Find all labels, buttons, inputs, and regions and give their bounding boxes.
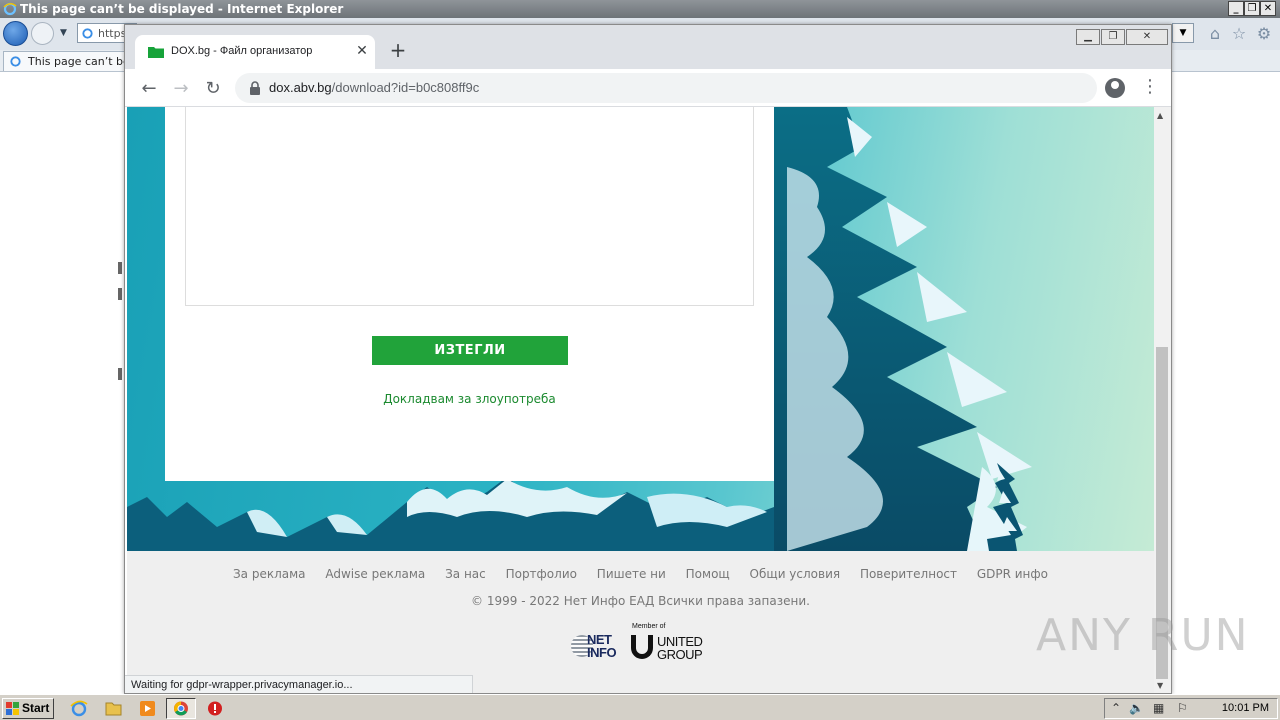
url-path: /download?id=b0c808ff9c <box>331 80 480 95</box>
forward-arrow-icon[interactable]: → <box>169 77 193 101</box>
chrome-restore-button[interactable]: ❐ <box>1101 29 1125 45</box>
ie-tab-label: This page can’t be d <box>28 55 124 68</box>
system-tray: ⌃ 🔈 ▦ ⚐ 10:01 PM <box>1104 698 1278 719</box>
chrome-toolbar: ← → ↻ dox.abv.bg/download?id=b0c808ff9c … <box>125 69 1171 107</box>
member-of-label: Member of <box>632 623 666 630</box>
ie-page-fragment <box>118 368 122 380</box>
ie-logo-icon <box>3 2 17 16</box>
taskbar-media-player-icon[interactable] <box>132 698 162 719</box>
download-card: ИЗТЕГЛИ Докладвам за злоупотреба <box>165 107 774 481</box>
taskbar-chrome-icon[interactable] <box>166 698 196 719</box>
netinfo-logo[interactable]: NET INFO <box>571 633 623 661</box>
ie-page-fragment <box>118 288 122 300</box>
copyright-text: © 1999 - 2022 Нет Инфо ЕАД Всички права … <box>471 594 810 608</box>
taskbar-stop-icon[interactable] <box>200 698 230 719</box>
chrome-tab-title: DOX.bg - Файл организатор <box>171 45 313 57</box>
report-abuse-link[interactable]: Докладвам за злоупотреба <box>165 392 774 406</box>
ie-page-fragment <box>118 262 122 274</box>
footer-link-terms[interactable]: Общи условия <box>750 567 841 581</box>
footer-link-privacy[interactable]: Поверителност <box>860 567 957 581</box>
omnibox[interactable]: dox.abv.bg/download?id=b0c808ff9c ☆ <box>235 73 1097 103</box>
footer-link-adwise[interactable]: Adwise реклама <box>325 567 425 581</box>
footer-link-contact[interactable]: Пишете ни <box>597 567 666 581</box>
file-description-box <box>185 107 754 306</box>
ie-close-button[interactable]: ✕ <box>1260 1 1276 16</box>
url-text: dox.abv.bg/download?id=b0c808ff9c <box>269 80 479 95</box>
start-button[interactable]: Start <box>2 698 54 719</box>
page-scrollbar[interactable]: ▲ ▼ <box>1154 107 1171 693</box>
start-label: Start <box>22 701 50 715</box>
chrome-window: DOX.bg - Файл организатор ✕ + ▁ ❐ ✕ ← → … <box>124 24 1172 694</box>
ie-restore-button[interactable]: ❐ <box>1244 1 1260 16</box>
chrome-tab-strip: DOX.bg - Файл организатор ✕ + ▁ ❐ ✕ <box>125 25 1171 69</box>
footer-links: За реклама Adwise реклама За нас Портфол… <box>127 567 1154 581</box>
ie-tab-icon <box>10 56 21 67</box>
scroll-up-arrow-icon[interactable]: ▲ <box>1157 111 1163 120</box>
taskbar-ie-icon[interactable] <box>64 698 94 719</box>
lock-icon <box>250 81 260 95</box>
ie-page-icon <box>82 28 93 39</box>
taskbar-clock[interactable]: 10:01 PM <box>1222 702 1269 714</box>
new-tab-plus-icon[interactable]: + <box>387 39 409 61</box>
action-center-flag-icon[interactable]: ⚐ <box>1177 701 1188 715</box>
ie-home-icon[interactable]: ⌂ <box>1206 25 1224 43</box>
ie-back-button[interactable] <box>3 21 28 46</box>
status-bubble: Waiting for gdpr-wrapper.privacymanager.… <box>125 675 473 693</box>
chrome-tab-dox[interactable]: DOX.bg - Файл организатор ✕ <box>135 35 375 69</box>
download-button[interactable]: ИЗТЕГЛИ <box>372 336 568 365</box>
back-arrow-icon[interactable]: ← <box>137 77 161 101</box>
winter-background-image: ИЗТЕГЛИ Докладвам за злоупотреба <box>127 107 1154 551</box>
reload-icon[interactable]: ↻ <box>201 77 225 101</box>
united-group-logo[interactable]: Member of UNITED GROUP <box>629 623 719 663</box>
footer-link-gdpr[interactable]: GDPR инфо <box>977 567 1048 581</box>
chrome-minimize-button[interactable]: ▁ <box>1076 29 1100 45</box>
chrome-menu-kebab-icon[interactable]: ⋮ <box>1141 75 1159 99</box>
netinfo-logo-line2: INFO <box>587 645 617 660</box>
folder-favicon-icon <box>148 47 164 58</box>
volume-icon[interactable]: 🔈 <box>1129 701 1144 715</box>
ie-tab[interactable]: This page can’t be d <box>3 51 125 71</box>
tray-expand-icon[interactable]: ⌃ <box>1111 701 1121 715</box>
ie-tools-gear-icon[interactable]: ⚙ <box>1255 25 1273 43</box>
taskbar-explorer-folder-icon[interactable] <box>98 698 128 719</box>
network-icon[interactable]: ▦ <box>1153 701 1164 715</box>
footer-link-advertising[interactable]: За реклама <box>233 567 306 581</box>
ie-forward-button[interactable] <box>31 22 54 45</box>
footer-link-about[interactable]: За нас <box>445 567 486 581</box>
united-group-u-icon <box>631 635 653 659</box>
footer-link-portfolio[interactable]: Портфолио <box>506 567 577 581</box>
ie-window-title: This page can’t be displayed - Internet … <box>20 2 344 16</box>
ie-minimize-button[interactable]: _ <box>1228 1 1244 16</box>
united-group-line2: GROUP <box>657 647 703 662</box>
url-host: dox.abv.bg <box>269 80 332 95</box>
ie-favorites-icon[interactable]: ☆ <box>1230 25 1248 43</box>
scroll-down-arrow-icon[interactable]: ▼ <box>1157 681 1163 690</box>
windows-flag-icon <box>6 702 19 715</box>
tab-close-icon[interactable]: ✕ <box>353 42 371 60</box>
profile-avatar-icon[interactable] <box>1105 78 1125 98</box>
ie-history-dropdown-icon[interactable]: ▼ <box>60 28 67 38</box>
partner-logos: NET INFO Member of UNITED GROUP <box>567 623 727 663</box>
anyrun-watermark: ANY RUN <box>1036 610 1250 661</box>
footer-link-help[interactable]: Помощ <box>686 567 730 581</box>
chrome-close-button[interactable]: ✕ <box>1126 29 1168 45</box>
taskbar: Start ⌃ 🔈 ▦ ⚐ 10:01 PM <box>0 694 1280 720</box>
ie-address-dropdown-icon[interactable]: ▼ <box>1172 23 1194 43</box>
page-viewport: ИЗТЕГЛИ Докладвам за злоупотреба За рекл… <box>127 107 1154 693</box>
ie-title-bar: This page can’t be displayed - Internet … <box>0 0 1280 18</box>
